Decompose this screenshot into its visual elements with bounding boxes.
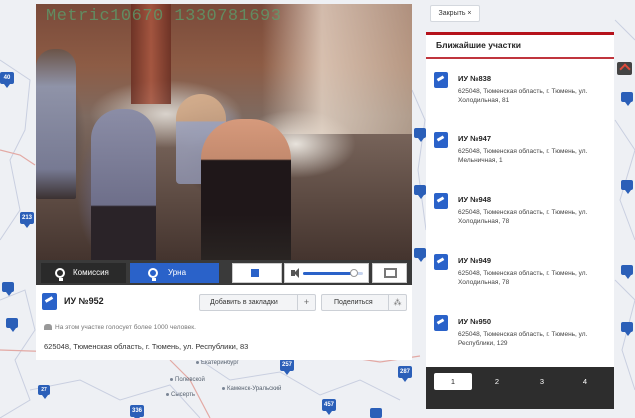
share-icon: ⁂ [388,295,406,310]
tab-commission[interactable]: Комиссия [41,263,126,283]
polling-station-popup: Metric10670 1330781693 Комиссия Урна ИУ … [36,4,412,360]
nearby-station-address: 625048, Тюменская область, г. Тюмень, ул… [458,270,588,286]
volume-fill [303,272,354,275]
map-city-label: Каменск-Уральский [222,386,281,392]
nearby-station-item[interactable]: ИУ №838 625048, Тюменская область, г. Тю… [434,71,609,121]
nearby-station-address: 625048, Тюменская область, г. Тюмень, ул… [458,209,588,225]
ballot-box-icon [434,132,448,148]
nearby-station-item[interactable]: ИУ №947 625048, Тюменская область, г. Тю… [434,131,609,181]
map-marker[interactable]: 336 [130,405,144,418]
map-marker[interactable]: 287 [398,366,412,382]
fullscreen-button[interactable] [372,263,407,283]
nearby-station-address: 625048, Тюменская область, г. Тюмень, ул… [458,148,588,164]
video-stream[interactable]: Metric10670 1330781693 Комиссия Урна [36,4,412,285]
nearby-station-address: 625048, Тюменская область, г. Тюмень, ул… [458,88,588,104]
camera-icon [148,268,158,281]
map-city-label: Полевской [170,377,205,383]
volume-slider[interactable] [303,269,363,277]
speaker-icon [291,268,299,278]
stop-button[interactable] [232,263,282,283]
nearby-station-name[interactable]: ИУ №950 [458,317,491,326]
nearby-station-item[interactable]: ИУ №950 625048, Тюменская область, г. Тю… [434,314,609,364]
map-city-label: Екатеринбург [196,360,239,366]
share-label: Поделиться [334,299,373,306]
map-marker[interactable]: 27 [38,385,50,399]
page-button[interactable]: 2 [478,373,516,390]
map-city-label: Сысерть [166,392,195,398]
nearby-station-name[interactable]: ИУ №949 [458,256,491,265]
pagination: 1 2 3 4 [426,367,614,409]
camera-icon [55,268,65,281]
nearby-station-name[interactable]: ИУ №838 [458,74,491,83]
ballot-box-icon [42,293,57,310]
volume-control[interactable] [284,263,369,283]
volume-knob[interactable] [350,269,358,277]
tab-label: Комиссия [73,268,109,277]
map-marker[interactable] [621,322,633,336]
nearby-station-item[interactable]: ИУ №948 625048, Тюменская область, г. Тю… [434,192,609,242]
map-marker[interactable] [621,265,633,279]
nearby-station-name[interactable]: ИУ №947 [458,134,491,143]
video-scene [201,119,291,279]
divider [426,57,614,59]
page-button[interactable]: 1 [434,373,472,390]
ballot-box-icon [434,315,448,331]
bookmark-label: Добавить в закладки [210,299,278,306]
map-marker[interactable]: 257 [280,359,294,375]
map-marker[interactable]: 457 [322,399,336,415]
tab-urn[interactable]: Урна [130,263,219,283]
map-marker[interactable] [2,282,14,296]
station-address: 625048, Тюменская область, г. Тюмень, ул… [44,342,249,351]
map-marker[interactable]: 213 [20,212,34,228]
add-bookmark-button[interactable]: Добавить в закладки + [199,294,316,311]
share-button[interactable]: Поделиться ⁂ [321,294,407,311]
map-marker[interactable] [414,248,426,262]
voters-note-text: На этом участке голосует более 1000 чело… [55,324,196,331]
map-marker[interactable] [621,180,633,194]
video-controls: Комиссия Урна [36,260,412,285]
page-button[interactable]: 3 [523,373,561,390]
station-info: ИУ №952 Добавить в закладки + Поделиться… [36,285,412,360]
video-watermark: Metric10670 1330781693 [46,7,282,26]
ballot-box-icon [434,72,448,88]
voters-note: На этом участке голосует более 1000 чело… [44,324,196,331]
map-marker[interactable]: 40 [0,72,14,88]
map-marker[interactable] [6,318,18,332]
map-layers-icon[interactable] [617,62,632,75]
map-marker[interactable] [621,92,633,106]
plus-icon: + [297,295,315,310]
nearby-stations-panel: Ближайшие участки ИУ №838 625048, Тюменс… [426,32,614,409]
video-scene [262,4,412,134]
fullscreen-icon [384,268,397,278]
nearby-station-address: 625048, Тюменская область, г. Тюмень, ул… [458,331,588,347]
ballot-box-icon [434,254,448,270]
page-button[interactable]: 4 [566,373,604,390]
map-marker[interactable] [414,128,426,142]
video-scene [91,109,156,269]
nearby-station-item[interactable]: ИУ №949 625048, Тюменская область, г. Тю… [434,253,609,303]
map-marker[interactable] [414,185,426,199]
people-icon [44,324,52,330]
tab-label: Урна [168,268,187,277]
nearby-title: Ближайшие участки [436,40,521,50]
close-button[interactable]: Закрыть × [430,5,480,22]
station-title: ИУ №952 [64,296,104,306]
map-marker[interactable] [370,408,382,418]
ballot-box-icon [434,193,448,209]
nearby-station-name[interactable]: ИУ №948 [458,195,491,204]
stop-icon [251,269,259,277]
video-scene [36,49,76,199]
